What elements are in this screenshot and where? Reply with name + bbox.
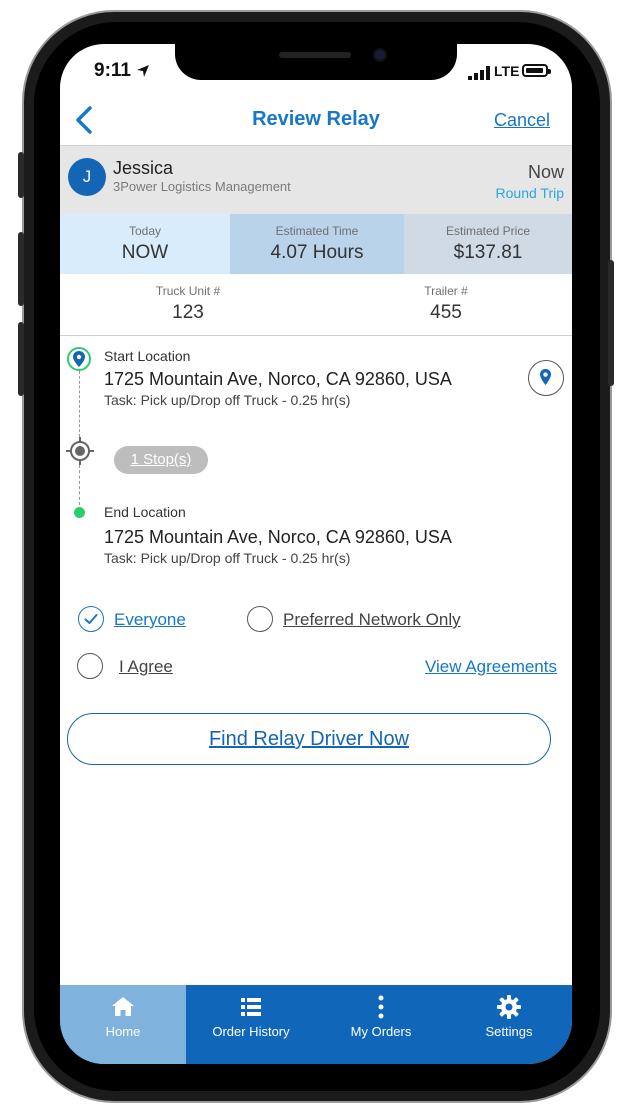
map-pin-icon (73, 351, 85, 367)
checkmark-icon (84, 614, 98, 624)
power-button (608, 260, 614, 386)
start-location-label: Start Location (104, 348, 191, 364)
truck-trailer-row: Truck Unit # 123 Trailer # 455 (60, 274, 572, 336)
find-relay-driver-button[interactable]: Find Relay Driver Now (67, 713, 551, 765)
signal-icon (468, 66, 490, 80)
crosshair-stop-icon (66, 437, 94, 465)
route-line (79, 371, 80, 437)
speaker-grille (279, 52, 351, 58)
map-location-button[interactable] (528, 360, 564, 396)
app-screen: 9:11 LTE Review Relay Cancel J Jessica 3… (60, 44, 572, 1064)
trailer-value: 455 (430, 302, 462, 323)
summary-value: $137.81 (453, 242, 523, 263)
tab-label: Settings (485, 1024, 533, 1039)
truck-unit-label: Truck Unit # (155, 284, 221, 298)
stops-button[interactable]: 1 Stop(s) (114, 446, 208, 474)
summary-label: Estimated Time (275, 224, 359, 238)
tab-label: Order History (212, 1024, 290, 1039)
map-pin-icon (540, 369, 551, 385)
end-location-dot (74, 507, 85, 518)
user-name: Jessica (113, 158, 174, 178)
avatar: J (68, 158, 106, 196)
summary-today: Today NOW (60, 214, 230, 274)
company-name: 3Power Logistics Management (113, 179, 291, 194)
trip-type: Round Trip (495, 185, 564, 201)
preferred-network-radio[interactable] (247, 606, 273, 632)
start-pin (67, 347, 91, 371)
summary-label: Estimated Price (445, 224, 531, 238)
agree-label[interactable]: I Agree (119, 657, 173, 677)
list-icon (241, 998, 261, 1016)
home-icon (112, 997, 134, 1016)
tab-settings[interactable]: Settings (446, 985, 572, 1064)
nav-header: Review Relay Cancel (60, 96, 572, 146)
summary-value: NOW (121, 242, 169, 263)
silent-switch (18, 152, 24, 198)
notch (175, 44, 457, 80)
schedule-when: Now (527, 162, 564, 182)
truck-unit: Truck Unit # 123 (60, 274, 316, 324)
location-arrow-icon (137, 65, 149, 77)
volume-down-button (18, 322, 24, 396)
summary-row: Today NOW Estimated Time 4.07 Hours Esti… (60, 214, 572, 274)
front-camera (373, 48, 387, 62)
network-type: LTE (494, 63, 520, 79)
volume-up-button (18, 232, 24, 306)
tab-bar: Home Order History My Orders Settings (60, 985, 572, 1064)
summary-estimated-time: Estimated Time 4.07 Hours (230, 214, 404, 274)
trailer-label: Trailer # (424, 284, 468, 298)
start-location-address: 1725 Mountain Ave, Norco, CA 92860, USA (104, 369, 452, 389)
start-location-task: Task: Pick up/Drop off Truck - 0.25 hr(s… (104, 392, 351, 408)
route-section: Start Location 1725 Mountain Ave, Norco,… (60, 336, 572, 576)
summary-estimated-price: Estimated Price $137.81 (404, 214, 572, 274)
tab-home[interactable]: Home (60, 985, 186, 1064)
agree-radio[interactable] (77, 653, 103, 679)
summary-value: 4.07 Hours (270, 242, 364, 263)
tab-order-history[interactable]: Order History (186, 985, 316, 1064)
tab-label: Home (105, 1024, 141, 1039)
summary-label: Today (128, 224, 162, 238)
status-time: 9:11 (94, 60, 131, 81)
truck-unit-value: 123 (172, 302, 204, 323)
end-location-label: End Location (104, 504, 186, 520)
tab-label: My Orders (350, 1024, 412, 1039)
cancel-link[interactable]: Cancel (494, 110, 550, 131)
user-info-row: J Jessica 3Power Logistics Management No… (60, 146, 572, 214)
dots-vertical-icon (378, 995, 384, 1019)
everyone-radio[interactable] (78, 606, 104, 632)
end-location-address: 1725 Mountain Ave, Norco, CA 92860, USA (104, 527, 452, 547)
everyone-label[interactable]: Everyone (114, 610, 186, 630)
view-agreements-link[interactable]: View Agreements (425, 657, 557, 677)
gear-icon (497, 995, 521, 1019)
trailer: Trailer # 455 (318, 274, 572, 324)
route-line (79, 465, 80, 505)
tab-my-orders[interactable]: My Orders (316, 985, 446, 1064)
end-location-task: Task: Pick up/Drop off Truck - 0.25 hr(s… (104, 550, 351, 566)
preferred-network-label[interactable]: Preferred Network Only (283, 610, 461, 630)
battery-icon (522, 64, 551, 77)
